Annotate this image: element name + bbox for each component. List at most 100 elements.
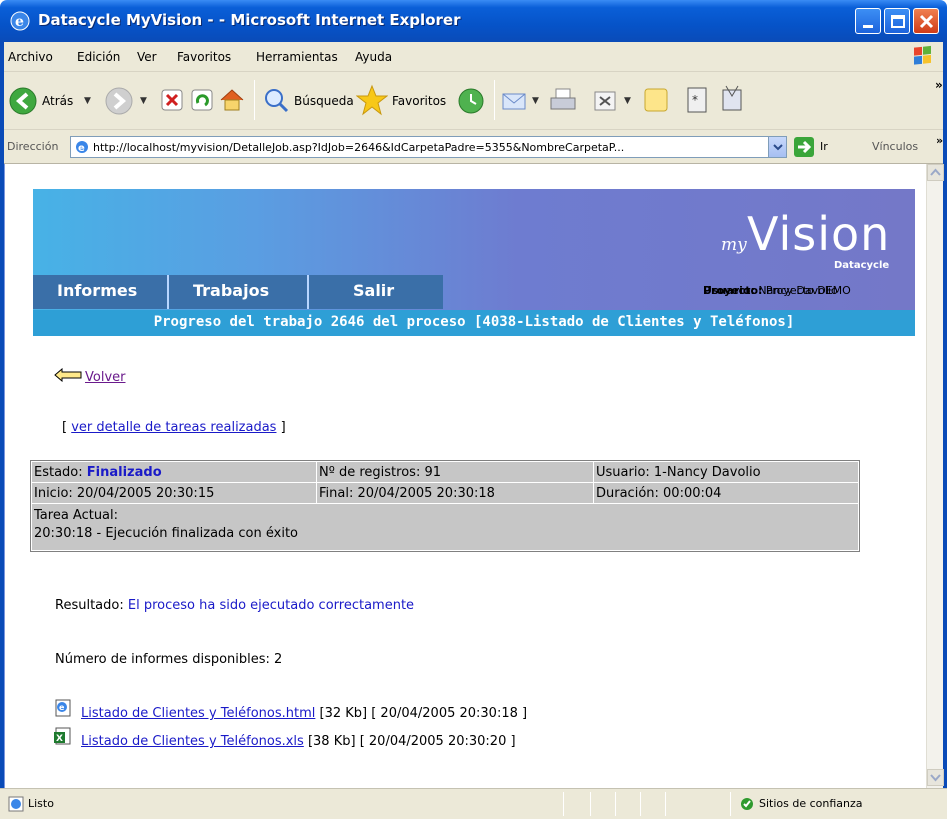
usuario-cell: Usuario: 1-Nancy Davolio [594,462,858,482]
stop-icon[interactable] [160,88,184,112]
address-dropdown-button[interactable] [768,137,786,157]
logo-vision: Vision [747,207,891,261]
menu-herramientas[interactable]: Herramientas [256,50,338,64]
go-label[interactable]: Ir [820,140,828,153]
svg-text:e: e [15,14,24,30]
window-title: Datacycle MyVision - - Microsoft Interne… [38,11,461,29]
home-icon[interactable] [218,86,246,114]
menu-archivo[interactable]: Archivo [8,50,53,64]
security-zone: Sitios de confianza [759,797,863,810]
menu-edicion[interactable]: Edición [77,50,120,64]
task-detail-link[interactable]: ver detalle de tareas realizadas [71,420,276,435]
title-bar: e Datacycle MyVision - - Microsoft Inter… [0,0,947,42]
scroll-down-button[interactable] [927,769,944,786]
page-icon: e [76,141,88,154]
table-row: Estado: Finalizado Nº de registros: 91 U… [32,462,858,482]
status-bar: Listo Sitios de confianza [0,788,947,819]
status-text: Listo [28,797,54,810]
file-link[interactable]: Listado de Clientes y Teléfonos.xls [81,734,304,749]
inicio-cell: Inicio: 20/04/2005 20:30:15 [32,483,316,503]
refresh-icon[interactable] [190,88,214,112]
file-meta: [32 Kb] [ 20/04/2005 20:30:18 ] [319,706,528,721]
address-bar: Dirección e http://localhost/myvision/De… [0,130,947,164]
address-input[interactable]: e http://localhost/myvision/DetalleJob.a… [70,136,787,158]
nav-salir[interactable]: Salir [353,275,394,309]
table-row: Tarea Actual: 20:30:18 - Ejecución final… [32,504,858,550]
messenger-icon[interactable]: * [684,86,710,114]
main-nav: Informes Trabajos Salir [33,275,443,309]
search-icon[interactable] [262,86,290,114]
minimize-button[interactable] [855,8,881,34]
result-label: Resultado: [55,598,124,613]
maximize-button[interactable] [884,8,910,34]
go-button[interactable] [794,137,814,157]
svg-text:*: * [692,93,698,107]
scroll-up-button[interactable] [927,164,944,181]
history-icon[interactable] [456,86,486,116]
back-arrow-icon[interactable] [8,86,38,116]
logo-datacycle: Datacycle [834,260,890,271]
back-label[interactable]: Atrás [42,94,73,108]
nav-trabajos[interactable]: Trabajos [193,275,269,309]
favorites-label[interactable]: Favoritos [392,94,446,108]
estado-value: Finalizado [86,465,162,480]
links-label[interactable]: Vínculos [872,140,918,153]
mail-icon[interactable] [500,86,530,116]
project-label: Proyecto: [703,284,763,297]
menu-ver[interactable]: Ver [137,50,157,64]
menu-favoritos[interactable]: Favoritos [177,50,231,64]
menu-ayuda[interactable]: Ayuda [355,50,392,64]
address-label: Dirección [7,140,59,153]
html-file-icon[interactable]: e [53,698,73,718]
result-line: Resultado: El proceso ha sido ejecutado … [55,598,414,613]
task-detail-line: [ ver detalle de tareas realizadas ] [62,420,286,435]
project-value: Proyecto DEMO [765,284,851,297]
edit-dropdown-icon[interactable]: ▼ [624,96,631,106]
svg-text:e: e [78,143,85,154]
windows-logo-icon [914,45,931,65]
edit-icon[interactable] [592,88,618,114]
svg-text:e: e [59,703,65,712]
page-viewport: my Vision Datacycle Informes Trabajos Sa… [4,164,926,788]
menu-bar: Archivo Edición Ver Favoritos Herramient… [0,42,947,72]
forward-dropdown-icon[interactable]: ▼ [140,96,147,106]
table-row: Inicio: 20/04/2005 20:30:15 Final: 20/04… [32,483,858,503]
mail-dropdown-icon[interactable]: ▼ [532,96,539,106]
ie-logo-icon: e [10,11,30,31]
print-icon[interactable] [548,86,578,116]
duracion-cell: Duración: 00:00:04 [594,483,858,503]
toolbar-overflow-icon[interactable]: » [935,78,943,92]
result-value: El proceso ha sido ejecutado correctamen… [127,598,415,613]
num-informes: Número de informes disponibles: 2 [55,652,283,667]
close-window-button[interactable] [913,8,939,34]
excel-file-icon[interactable]: X [53,726,73,746]
trusted-sites-check-icon [741,798,753,810]
logo-my: my [721,235,747,255]
forward-arrow-icon[interactable] [104,86,134,116]
svg-text:X: X [56,734,63,744]
registros-cell: Nº de registros: 91 [317,462,593,482]
browser-toolbar: Atrás ▼ ▼ Búsqueda Favoritos ▼ ▼ * » [0,72,947,130]
address-url[interactable]: http://localhost/myvision/DetalleJob.asp… [93,141,624,154]
tarea-label: Tarea Actual: [34,508,119,523]
discuss-icon[interactable] [642,86,670,114]
window-border-right [943,42,947,819]
favorites-star-icon[interactable] [356,84,388,116]
page-status-icon [8,796,24,812]
project-info: Proyecto: Proyecto DEMO [703,284,851,297]
final-cell: Final: 20/04/2005 20:30:18 [317,483,593,503]
vertical-scrollbar[interactable] [926,164,944,788]
job-status-table: Estado: Finalizado Nº de registros: 91 U… [30,460,860,552]
progress-title: Progreso del trabajo 2646 del proceso [4… [33,310,915,336]
back-dropdown-icon[interactable]: ▼ [84,96,91,106]
estado-cell: Estado: Finalizado [32,462,316,482]
tarea-actual-cell: Tarea Actual: 20:30:18 - Ejecución final… [32,504,858,550]
back-arrow-link-icon[interactable] [53,368,83,382]
search-label[interactable]: Búsqueda [294,94,354,108]
nav-informes[interactable]: Informes [57,275,137,309]
file-link[interactable]: Listado de Clientes y Teléfonos.html [81,706,315,721]
volver-link[interactable]: Volver [85,370,126,385]
research-icon[interactable] [718,84,748,114]
file-meta: [38 Kb] [ 20/04/2005 20:30:20 ] [307,734,516,749]
file-row: X Listado de Clientes y Teléfonos.xls [3… [54,727,516,749]
